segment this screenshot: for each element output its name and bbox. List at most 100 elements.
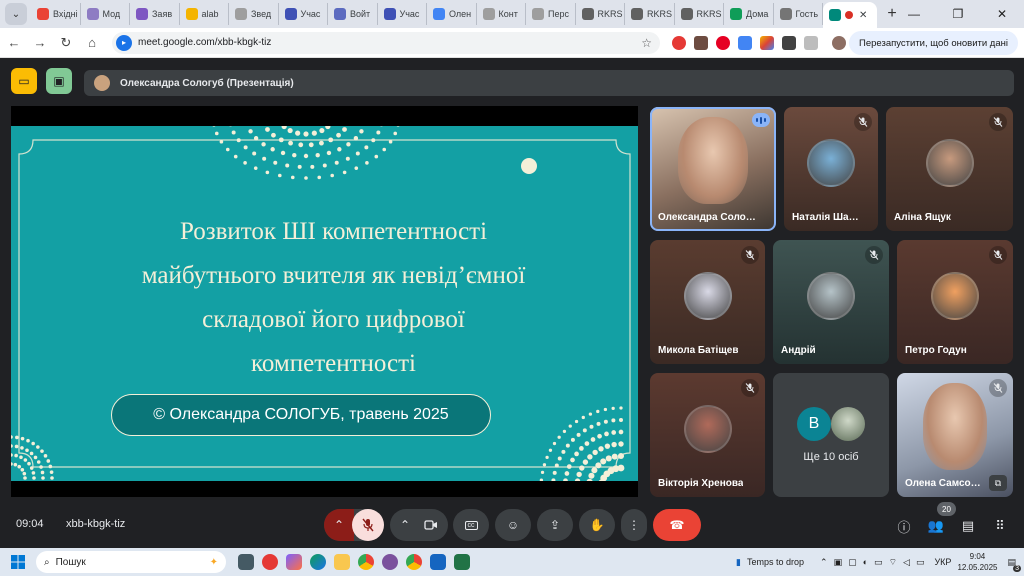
taskbar-clock[interactable]: 9:04 12.05.2025 xyxy=(957,551,997,573)
people-button[interactable]: 👥 xyxy=(924,514,948,538)
browser-tab[interactable]: Олен xyxy=(427,3,477,25)
raise-hand-button[interactable]: ✋ xyxy=(579,509,615,541)
reload-button[interactable]: ↻ xyxy=(54,31,78,55)
browser-tab[interactable]: Гость xyxy=(774,3,823,25)
tray-app-icon[interactable]: ▢ xyxy=(848,557,857,568)
language-indicator[interactable]: УКР xyxy=(934,557,951,567)
layout-icon: ▣ xyxy=(53,74,65,88)
reactions-button[interactable]: ☺ xyxy=(495,509,531,541)
tray-chevron-icon[interactable]: ⌃ xyxy=(820,557,828,568)
end-call-button[interactable]: ☎ xyxy=(653,509,701,541)
browser-tab[interactable]: Учас xyxy=(378,3,427,25)
battery-icon[interactable]: ▭ xyxy=(916,557,925,568)
camera-toggle-button[interactable] xyxy=(414,509,448,541)
browser-tab[interactable]: alab xyxy=(180,3,229,25)
meeting-info-button[interactable]: ⓘ xyxy=(892,514,916,538)
explorer-icon[interactable] xyxy=(334,554,350,570)
tab-active-meet[interactable]: ✕ xyxy=(823,2,877,28)
translate-extension-icon[interactable] xyxy=(738,35,752,50)
emoji-icon: ☺ xyxy=(506,518,520,532)
mic-off-icon xyxy=(989,379,1007,397)
tab-label: RKRS xyxy=(696,9,722,19)
taskbar-search[interactable]: ⌕ Пошук ✦ xyxy=(36,551,226,573)
chat-button[interactable]: ▤ xyxy=(956,514,980,538)
participant-tile[interactable]: Петро Годун xyxy=(897,240,1013,364)
participant-avatar xyxy=(931,272,979,320)
participant-name: Микола Батіщев xyxy=(658,345,739,356)
participant-tile[interactable]: Аліна Ящук xyxy=(886,107,1013,231)
start-button[interactable] xyxy=(4,548,32,576)
browser-tab[interactable]: Учас xyxy=(279,3,328,25)
address-bar[interactable]: ▸ meet.google.com/xbb-kbgk-tiz ☆ xyxy=(112,31,660,54)
tray-app-icon[interactable]: ◐ xyxy=(863,557,868,567)
notifications-icon[interactable]: ▤ 3 xyxy=(1007,557,1021,572)
adblock-extension-icon[interactable] xyxy=(672,35,686,50)
more-options-button[interactable]: ⋮ xyxy=(621,509,647,541)
participant-tile[interactable]: Наталія Ша… xyxy=(784,107,878,231)
browser-tab[interactable]: Перс xyxy=(526,3,576,25)
slide-title-line: складової його цифрової xyxy=(202,306,465,333)
back-button[interactable]: ← xyxy=(2,31,26,55)
participant-tile[interactable]: Вікторія Хренова xyxy=(650,373,765,497)
stop-presenting-button[interactable]: ▭ xyxy=(11,68,37,94)
close-tab-icon[interactable]: ✕ xyxy=(859,10,867,21)
pinterest-extension-icon[interactable] xyxy=(716,35,730,50)
site-info-icon[interactable]: ▸ xyxy=(116,34,132,51)
home-button[interactable]: ⌂ xyxy=(80,31,104,55)
mic-toggle-button[interactable] xyxy=(352,509,384,541)
participant-video xyxy=(922,382,988,470)
volume-icon[interactable]: ◁ xyxy=(903,557,910,568)
close-window-icon[interactable]: ✕ xyxy=(980,0,1024,28)
recording-dot-icon xyxy=(845,11,853,19)
browser-tab[interactable]: RKRS xyxy=(675,3,724,25)
browser-tab[interactable]: Конт xyxy=(477,3,526,25)
browser-tab[interactable]: Дома xyxy=(724,3,774,25)
captions-button[interactable]: cc xyxy=(453,509,489,541)
tray-app-icon[interactable]: ▭ xyxy=(874,557,883,568)
browser-tab[interactable]: RKRS xyxy=(625,3,675,25)
puzzle-extensions-icon[interactable] xyxy=(804,35,818,50)
windows-taskbar: ⌕ Пошук ✦ ▮ Temps to drop ⌃ ▣ ▢ ◐ ▭ ⌔ ◁ … xyxy=(0,548,1024,576)
layout-button[interactable]: ▣ xyxy=(46,68,72,94)
network-app-icon[interactable] xyxy=(430,554,446,570)
widgets-icon[interactable] xyxy=(238,554,254,570)
extension-icon[interactable] xyxy=(694,35,708,50)
wifi-icon[interactable]: ⌔ xyxy=(889,557,897,568)
color-extension-icon[interactable] xyxy=(760,35,774,50)
relaunch-button[interactable]: Перезапустити, щоб оновити дані xyxy=(849,31,1018,55)
present-screen-button[interactable]: ⇪ xyxy=(537,509,573,541)
audio-options-button[interactable]: ⌃ xyxy=(324,509,354,541)
others-tile[interactable]: В Ще 10 осіб xyxy=(773,373,889,497)
bookmark-star-icon[interactable]: ☆ xyxy=(641,36,652,50)
browser-tab[interactable]: Войт xyxy=(328,3,378,25)
browser-tab[interactable]: Звед xyxy=(229,3,279,25)
restore-icon[interactable]: ❐ xyxy=(936,0,980,28)
tab-label: Конт xyxy=(498,9,518,19)
minimize-icon[interactable]: — xyxy=(892,0,936,28)
taskbar-date: 12.05.2025 xyxy=(957,563,998,572)
excel-icon[interactable] xyxy=(454,554,470,570)
edge-icon[interactable] xyxy=(310,554,326,570)
profile-avatar[interactable] xyxy=(832,35,846,50)
browser-tab[interactable]: Мод xyxy=(81,3,130,25)
qr-extension-icon[interactable] xyxy=(782,35,796,50)
viber-icon[interactable] xyxy=(382,554,398,570)
chrome-icon[interactable] xyxy=(358,554,374,570)
browser-tab[interactable]: RKRS xyxy=(576,3,625,25)
participant-tile[interactable]: Олександра Соло… xyxy=(650,107,776,231)
participant-tile[interactable]: Микола Батіщев xyxy=(650,240,765,364)
tab-search-button[interactable]: ⌄ xyxy=(5,3,27,25)
opera-icon[interactable] xyxy=(262,554,278,570)
participant-tile[interactable]: Андрій xyxy=(773,240,889,364)
browser-tab[interactable]: Вхідні xyxy=(31,3,81,25)
browser-tab[interactable]: Заяв xyxy=(130,3,180,25)
presentation-area: Розвиток ШІ компетентності майбутнього в… xyxy=(11,106,638,497)
weather-text[interactable]: Temps to drop xyxy=(747,557,804,567)
activities-button[interactable]: ⠿ xyxy=(988,514,1012,538)
participant-tile[interactable]: Олена Самсо… ⧉ xyxy=(897,373,1013,497)
forward-button[interactable]: → xyxy=(28,31,52,55)
tray-app-icon[interactable]: ▣ xyxy=(834,557,843,568)
copilot-icon[interactable] xyxy=(286,554,302,570)
pip-icon[interactable]: ⧉ xyxy=(989,475,1007,491)
chrome-icon[interactable] xyxy=(406,554,422,570)
